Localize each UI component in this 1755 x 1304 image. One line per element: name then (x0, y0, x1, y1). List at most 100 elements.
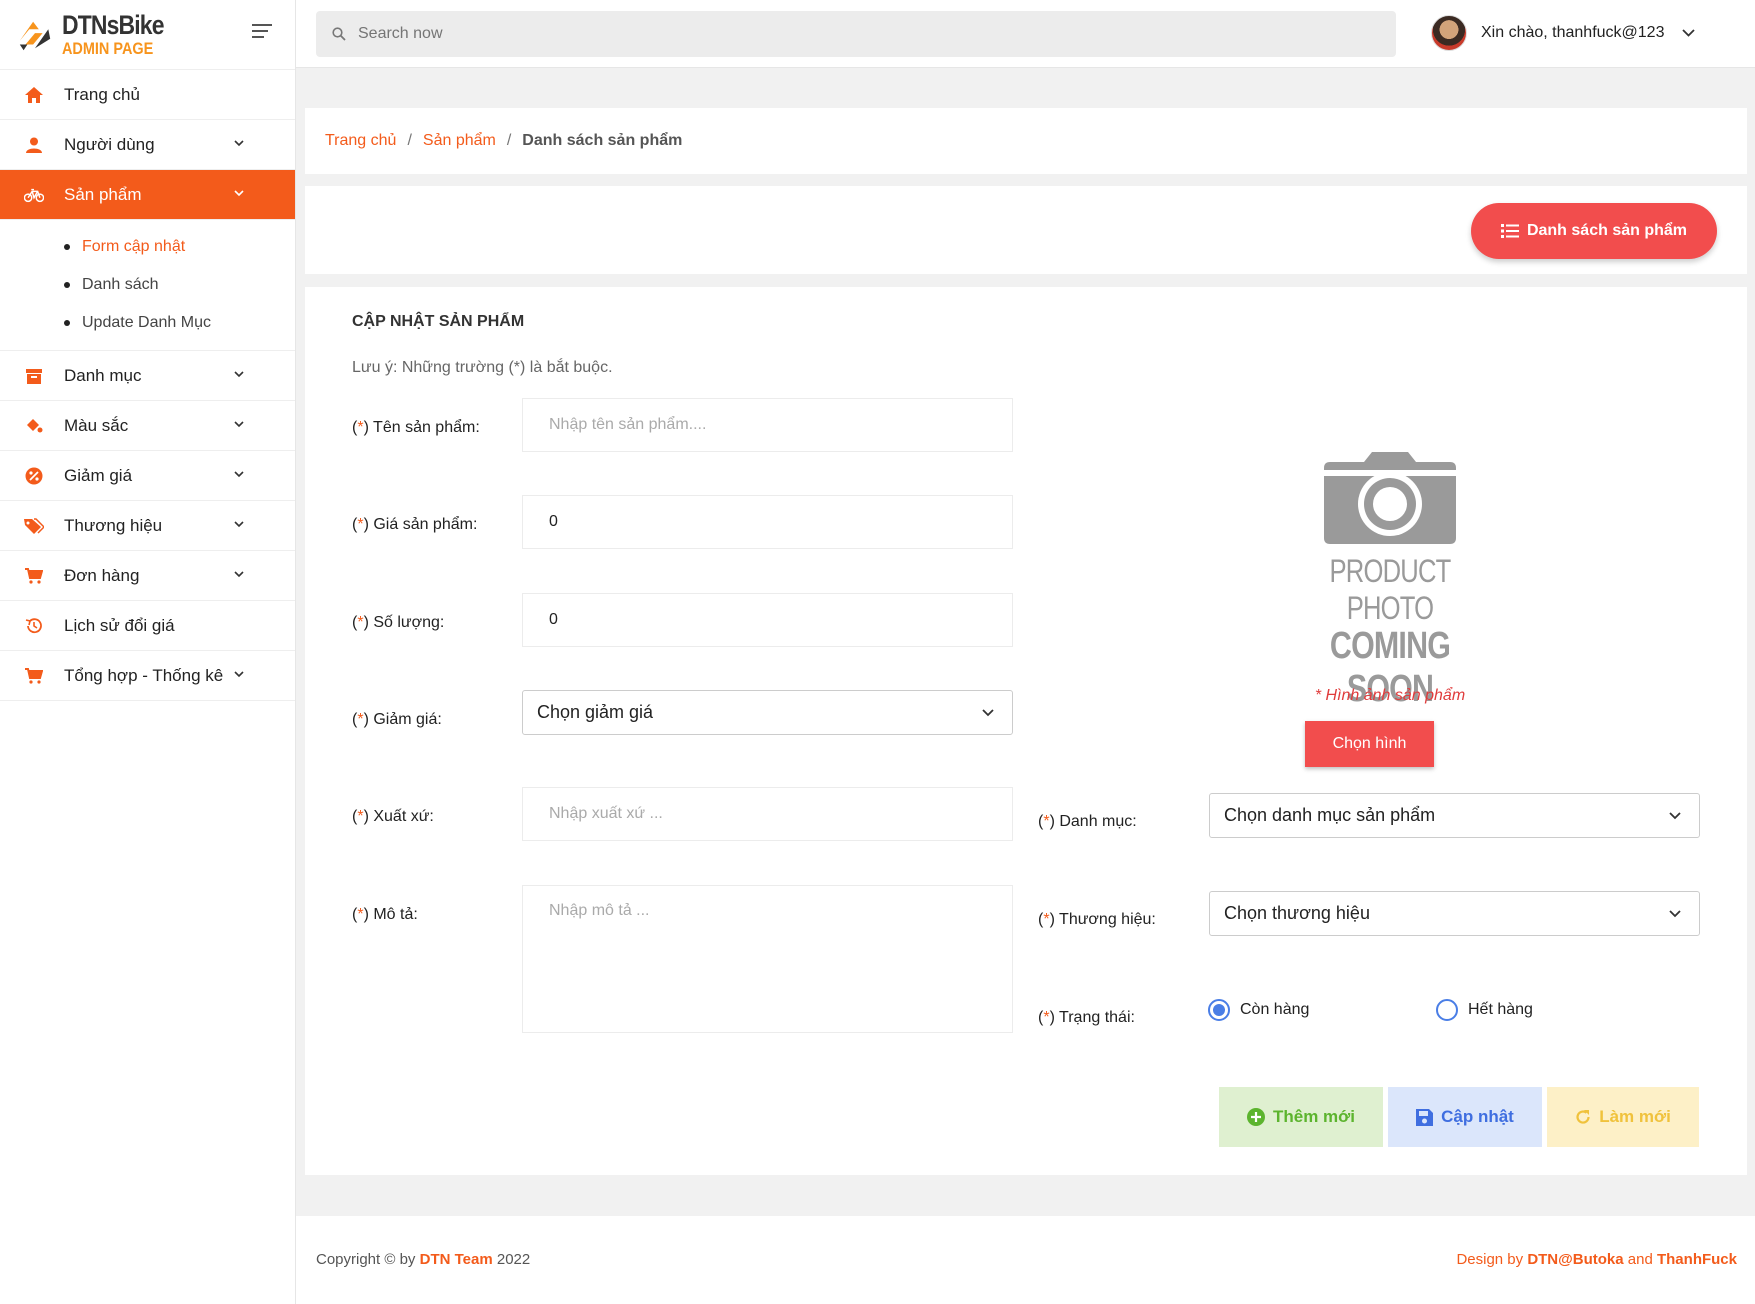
price-label: (*) Giá sản phẩm: (352, 516, 478, 533)
breadcrumb-products[interactable]: Sản phẩm (423, 132, 496, 150)
sidebar-item-brands[interactable]: Thương hiệu (0, 501, 295, 551)
add-new-button[interactable]: Thêm mới (1219, 1087, 1383, 1147)
sidebar: DTNsBike ADMIN PAGE Trang chủ Người dùng… (0, 0, 296, 1304)
chevron-down-icon (234, 521, 244, 528)
origin-label: (*) Xuất xứ: (352, 808, 434, 825)
sidebar-item-discounts[interactable]: Giảm giá (0, 451, 295, 501)
product-form: CẬP NHẬT SẢN PHẨM Lưu ý: Những trường (*… (305, 287, 1747, 1175)
discount-select[interactable]: Chọn giảm giá (522, 690, 1013, 735)
footer: Copyright © by DTN Team 2022 Design by D… (296, 1216, 1755, 1304)
action-bar: Danh sách sản phẩm (305, 186, 1747, 274)
tags-icon (24, 516, 44, 536)
sidebar-item-label: Danh mục (64, 365, 142, 385)
sidebar-item-label: Người dùng (64, 134, 155, 154)
breadcrumb: Trang chủ / Sản phẩm / Danh sách sản phẩ… (305, 108, 1747, 174)
sidebar-item-label: Màu sắc (64, 415, 129, 435)
image-caption: * Hình ảnh sản phẩm (1314, 687, 1466, 704)
user-menu[interactable]: Xin chào, thanhfuck@123 (1431, 15, 1696, 51)
sidebar-item-label: Sản phẩm (64, 184, 142, 204)
radio-unchecked-icon (1436, 999, 1458, 1021)
quantity-label: (*) Số lượng: (352, 614, 445, 631)
chevron-down-icon (1682, 29, 1696, 37)
sidebar-item-users[interactable]: Người dùng (0, 120, 295, 170)
submenu-item-update-form[interactable]: Form cập nhật (64, 228, 295, 266)
chevron-down-icon (234, 421, 244, 428)
sidebar-item-price-history[interactable]: Lịch sử đổi giá (0, 601, 295, 651)
form-title: CẬP NHẬT SẢN PHẨM (352, 313, 525, 330)
topbar: Xin chào, thanhfuck@123 (296, 0, 1755, 68)
brand-select[interactable]: Chọn thương hiệu (1209, 891, 1700, 936)
cart-icon (24, 666, 44, 686)
products-submenu: Form cập nhật Danh sách Update Danh Mục (0, 220, 295, 351)
brand[interactable]: DTNsBike ADMIN PAGE (0, 0, 295, 70)
product-price-input[interactable]: 0 (522, 495, 1013, 549)
reset-button-label: Làm mới (1599, 1107, 1671, 1126)
cart-icon (24, 566, 44, 586)
sidebar-item-products[interactable]: Sản phẩm (0, 170, 295, 220)
chevron-down-icon (234, 140, 244, 147)
sidebar-item-colors[interactable]: Màu sắc (0, 401, 295, 451)
status-out-stock-radio[interactable]: Hết hàng (1436, 999, 1533, 1021)
add-new-button-label: Thêm mới (1273, 1107, 1355, 1126)
product-name-input[interactable]: Nhập tên sản phẩm.... (522, 398, 1013, 452)
status-in-stock-label: Còn hàng (1240, 1001, 1310, 1018)
brand-label: (*) Thương hiệu: (1038, 911, 1156, 928)
designer1-link[interactable]: DTN@Butoka (1527, 1251, 1623, 1268)
user-greeting: Xin chào, thanhfuck@123 (1481, 24, 1665, 41)
sidebar-item-label: Thương hiệu (64, 515, 163, 535)
brand-logo-icon (19, 21, 51, 50)
sidebar-item-statistics[interactable]: Tổng hợp - Thống kê (0, 651, 295, 701)
archive-icon (24, 366, 44, 386)
product-list-button-label: Danh sách sản phẩm (1526, 222, 1687, 239)
radio-checked-icon (1208, 999, 1230, 1021)
reset-button[interactable]: Làm mới (1547, 1087, 1699, 1147)
chevron-down-icon (234, 190, 244, 197)
brand-title: DTNsBike (62, 10, 164, 40)
description-textarea[interactable]: Nhập mô tả ... (522, 885, 1013, 1033)
designer2-link[interactable]: ThanhFuck (1657, 1251, 1737, 1268)
camera-icon (1324, 452, 1456, 544)
plus-circle-icon (1247, 1108, 1265, 1126)
status-out-stock-label: Hết hàng (1468, 1001, 1533, 1018)
origin-input[interactable]: Nhập xuất xứ ... (522, 787, 1013, 841)
sidebar-item-label: Lịch sử đổi giá (64, 615, 175, 635)
category-label: (*) Danh mục: (1038, 813, 1137, 830)
submenu-item-update-category[interactable]: Update Danh Mục (64, 304, 295, 342)
product-list-button[interactable]: Danh sách sản phẩm (1470, 203, 1717, 259)
sidebar-item-label: Giảm giá (64, 465, 133, 485)
choose-image-button[interactable]: Chọn hình (1305, 721, 1434, 767)
chevron-down-icon (234, 671, 244, 678)
sidebar-item-label: Đơn hàng (64, 565, 140, 585)
copyright: Copyright © by DTN Team 2022 (316, 1251, 531, 1268)
photo-coming-soon-line1: PRODUCT PHOTO (1329, 553, 1452, 626)
search-box[interactable] (316, 11, 1396, 57)
sidebar-item-home[interactable]: Trang chủ (0, 70, 295, 120)
menu-toggle-icon[interactable] (252, 24, 274, 40)
breadcrumb-home[interactable]: Trang chủ (325, 132, 396, 150)
team-link[interactable]: DTN Team (420, 1251, 493, 1268)
sidebar-item-categories[interactable]: Danh mục (0, 351, 295, 401)
discount-badge-icon (24, 466, 44, 486)
sidebar-item-orders[interactable]: Đơn hàng (0, 551, 295, 601)
history-icon (24, 616, 44, 636)
product-quantity-input[interactable]: 0 (522, 593, 1013, 647)
category-select[interactable]: Chọn danh mục sản phẩm (1209, 793, 1700, 838)
refresh-icon (1576, 1110, 1590, 1124)
avatar (1431, 15, 1467, 51)
sidebar-item-label: Tổng hợp - Thống kê (64, 665, 224, 685)
breadcrumb-separator: / (407, 132, 412, 149)
required-note: Lưu ý: Những trường (*) là bắt buộc. (352, 359, 613, 376)
chevron-down-icon (982, 708, 994, 716)
chevron-down-icon (1669, 811, 1681, 819)
submenu-item-list[interactable]: Danh sách (64, 266, 295, 304)
search-input[interactable] (358, 25, 1258, 43)
paint-bucket-icon (24, 416, 44, 436)
user-icon (24, 135, 44, 155)
discount-label: (*) Giảm giá: (352, 711, 442, 728)
brand-subtitle: ADMIN PAGE (62, 39, 154, 58)
status-in-stock-radio[interactable]: Còn hàng (1208, 999, 1309, 1021)
breadcrumb-separator: / (506, 132, 512, 149)
update-button[interactable]: Cập nhật (1388, 1087, 1542, 1147)
update-button-label: Cập nhật (1441, 1107, 1514, 1126)
status-label: (*) Trạng thái: (1038, 1009, 1135, 1026)
